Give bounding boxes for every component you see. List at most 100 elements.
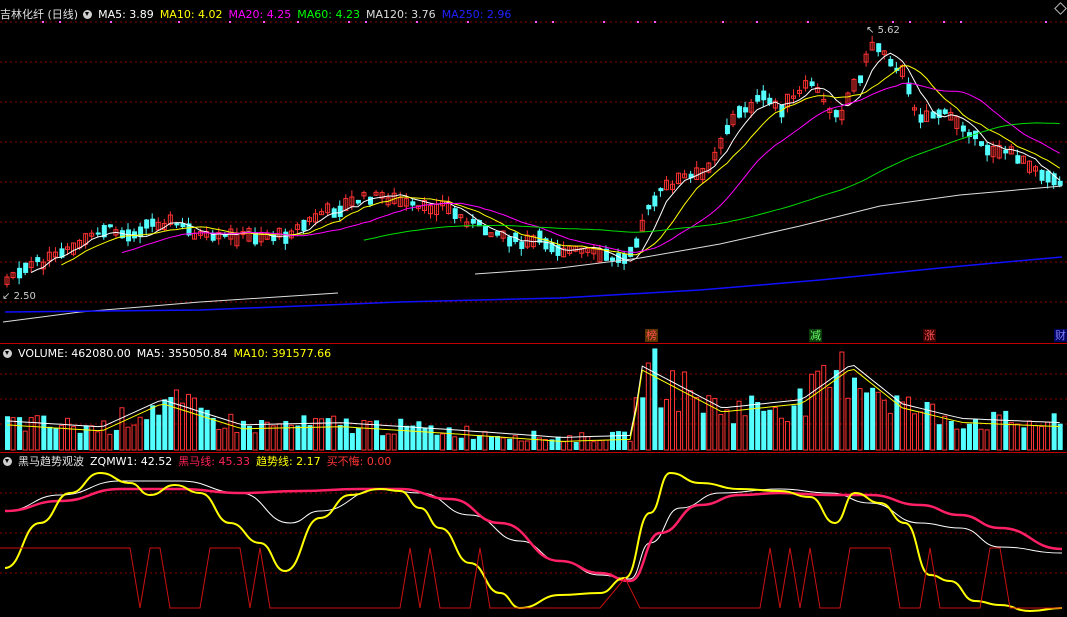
candle-body: [761, 90, 767, 101]
candle-body: [755, 95, 761, 102]
candle-body: [906, 82, 912, 95]
volume-bar: [361, 419, 367, 451]
volume-bar: [210, 417, 216, 450]
volume-bar: [991, 411, 997, 450]
price-panel[interactable]: 吉林化纤 (日线) MA5: 3.89 MA10: 4.02 MA20: 4.2…: [0, 0, 1067, 344]
candle-body: [960, 125, 966, 132]
volume-bar: [1021, 427, 1027, 450]
volume-bar: [531, 430, 537, 450]
volume-bar: [875, 391, 881, 451]
indicator-panel[interactable]: 黑马趋势观波 ZQMW1: 42.52 黑马线: 45.33 趋势线: 2.17…: [0, 453, 1067, 617]
volume-bar: [65, 417, 70, 451]
ma120-line-early: [2, 292, 339, 323]
candle-body: [355, 199, 361, 204]
event-marker-cai[interactable]: 财: [1054, 329, 1067, 342]
signal-dot: [960, 21, 962, 23]
trend-line-label: 趋势线: 2.17: [255, 455, 321, 468]
candle-body: [942, 109, 948, 114]
volume-bar: [452, 436, 458, 451]
volume-bar: [404, 425, 410, 450]
signal-dot: [722, 21, 724, 23]
volume-bar: [954, 428, 960, 451]
volume-bar: [942, 415, 948, 451]
volume-bar: [973, 419, 978, 450]
dropdown-icon[interactable]: [83, 9, 93, 19]
candle-body: [519, 241, 525, 250]
volume-bar: [1039, 426, 1045, 451]
volume-bar: [918, 411, 924, 451]
volume-bar: [216, 429, 222, 451]
candle-body: [1051, 173, 1057, 186]
volume-bar: [978, 428, 984, 451]
candle-body: [482, 225, 488, 236]
volume-panel[interactable]: VOLUME: 462080.00 MA5: 355050.84 MA10: 3…: [0, 344, 1067, 452]
volume-bar: [1003, 410, 1009, 450]
dropdown-icon[interactable]: [3, 348, 12, 358]
volume-bar: [380, 435, 386, 450]
volume-bar: [367, 420, 373, 451]
volume-bar: [555, 436, 561, 450]
volume-bar: [567, 435, 573, 451]
volume-bar: [131, 424, 137, 451]
volume-bar: [803, 415, 809, 451]
zqmw1-label: ZQMW1: 42.52: [90, 454, 173, 468]
candle-body: [144, 219, 150, 229]
volume-bar: [53, 427, 59, 450]
volume-bar: [936, 424, 942, 450]
event-marker-jian[interactable]: 减: [809, 329, 822, 342]
volume-bar: [839, 351, 845, 451]
volume-bar: [784, 421, 790, 451]
candle-body: [833, 110, 839, 118]
volume-bar: [507, 438, 513, 450]
candle-body: [743, 107, 749, 113]
volume-bar: [827, 386, 833, 451]
signal-dot: [552, 21, 554, 23]
volume-bar: [736, 400, 742, 451]
volume-bar: [591, 441, 597, 451]
volume-bar: [912, 413, 917, 451]
volume-bar: [778, 417, 784, 451]
volume-bar: [791, 405, 797, 450]
ma250-line: [4, 256, 1063, 313]
candlestick-chart[interactable]: [0, 0, 1067, 344]
stock-title: 吉林化纤 (日线): [0, 8, 79, 21]
volume-bar: [222, 427, 228, 451]
volume-bar: [125, 426, 131, 451]
volume-bar: [1033, 425, 1038, 451]
candle-body: [410, 201, 416, 206]
volume-bar: [337, 424, 343, 450]
volume-bar: [663, 398, 669, 451]
volume-bar: [652, 348, 658, 450]
signal-dot: [535, 21, 537, 23]
signal-dot: [603, 21, 605, 23]
dropdown-icon[interactable]: [3, 456, 12, 466]
candle-body: [652, 195, 658, 207]
volume-bar: [500, 437, 506, 451]
volume-bar: [89, 425, 95, 451]
volume-bar: [228, 413, 234, 451]
oscillator-chart[interactable]: [0, 453, 1067, 617]
candle-body: [1003, 149, 1009, 154]
candle-body: [1057, 180, 1063, 186]
signal-dot: [892, 21, 894, 23]
candle-body: [23, 262, 29, 273]
volume-bar: [288, 424, 294, 451]
volume-bar: [518, 440, 524, 451]
event-marker-bang[interactable]: 榜: [645, 329, 658, 342]
candle-body: [507, 236, 513, 247]
volume-bar: [682, 371, 688, 451]
volume-bar: [833, 370, 839, 450]
candle-body: [150, 218, 156, 227]
volume-bar: [119, 407, 125, 451]
volume-bar: [495, 436, 501, 450]
ma10-label: MA10: 4.02: [159, 7, 223, 21]
volume-bar: [283, 420, 289, 450]
volume-bar: [573, 441, 579, 450]
volume-bar: [247, 425, 252, 450]
volume-bar: [755, 402, 761, 450]
volume-bar: [881, 399, 887, 451]
event-marker-zhang[interactable]: 涨: [923, 329, 936, 342]
volume-bar: [168, 397, 174, 450]
volume-bar: [1008, 422, 1014, 451]
vol-ma10-label: MA10: 391577.66: [233, 346, 332, 360]
